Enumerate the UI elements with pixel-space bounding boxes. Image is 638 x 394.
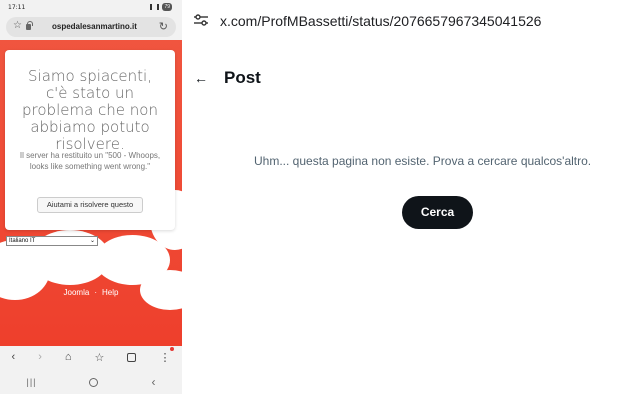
signal-icon [150, 4, 160, 10]
star-icon[interactable]: ☆ [13, 20, 22, 31]
lock-icon[interactable] [26, 21, 33, 30]
status-bar: 17:11 79 [0, 0, 182, 16]
language-selected-value: Italiano IT [9, 238, 36, 244]
back-arrow-icon[interactable]: ← [194, 70, 208, 86]
error-message: Il server ha restituito un "500 - Whoops… [19, 151, 161, 171]
tabs-icon[interactable] [127, 352, 137, 362]
recent-apps-icon[interactable]: ||| [26, 377, 36, 387]
language-select[interactable]: Italiano IT ⌄ [6, 236, 98, 246]
desktop-address-bar[interactable]: x.com/ProfMBassetti/status/2076657967345… [182, 8, 638, 32]
site-settings-icon[interactable] [194, 14, 208, 26]
search-button[interactable]: Cerca [402, 196, 473, 229]
error-title: Siamo spiacenti, c'è stato un problema c… [22, 67, 158, 153]
status-time: 17:11 [8, 4, 26, 11]
home-circle-icon[interactable] [89, 377, 99, 387]
phone-screen: 17:11 79 ☆ ospedalesanmartino.it ↻ Siamo… [0, 0, 182, 394]
forward-icon[interactable]: › [38, 351, 42, 363]
desktop-url[interactable]: x.com/ProfMBassetti/status/2076657967345… [220, 13, 541, 29]
post-header: ← Post [182, 66, 638, 94]
chevron-down-icon: ⌄ [89, 238, 95, 244]
page-title: Post [224, 68, 261, 87]
battery-icon: 79 [162, 3, 172, 11]
help-button[interactable]: Aiutami a risolvere questo [37, 197, 143, 213]
mobile-url[interactable]: ospedalesanmartino.it [52, 22, 137, 31]
footer-link-help[interactable]: Help [102, 288, 118, 297]
screenshot-root: 17:11 79 ☆ ospedalesanmartino.it ↻ Siamo… [0, 0, 638, 394]
error-webpage: Siamo spiacenti, c'è stato un problema c… [0, 40, 182, 346]
reload-icon[interactable]: ↻ [159, 20, 168, 33]
home-icon[interactable]: ⌂ [65, 351, 72, 363]
mobile-address-bar[interactable]: ☆ ospedalesanmartino.it ↻ [6, 17, 176, 37]
notification-dot [170, 346, 175, 351]
footer-separator: · [94, 288, 97, 297]
status-icons: 79 [150, 3, 172, 11]
error-card: Siamo spiacenti, c'è stato un problema c… [5, 50, 175, 230]
browser-toolbar: ‹ › ⌂ ☆ ⋮ [0, 346, 182, 368]
desktop-browser: x.com/ProfMBassetti/status/2076657967345… [182, 0, 638, 394]
system-navigation-bar: ||| ‹ [0, 370, 182, 394]
menu-icon[interactable]: ⋮ [159, 346, 175, 364]
system-back-icon[interactable]: ‹ [151, 375, 155, 389]
footer-links: Joomla · Help [0, 288, 182, 297]
not-found-message: Uhm... questa pagina non esiste. Prova a… [254, 154, 592, 168]
bookmark-star-icon[interactable]: ☆ [95, 351, 105, 364]
back-icon[interactable]: ‹ [12, 351, 16, 363]
footer-link-joomla[interactable]: Joomla [64, 288, 90, 297]
